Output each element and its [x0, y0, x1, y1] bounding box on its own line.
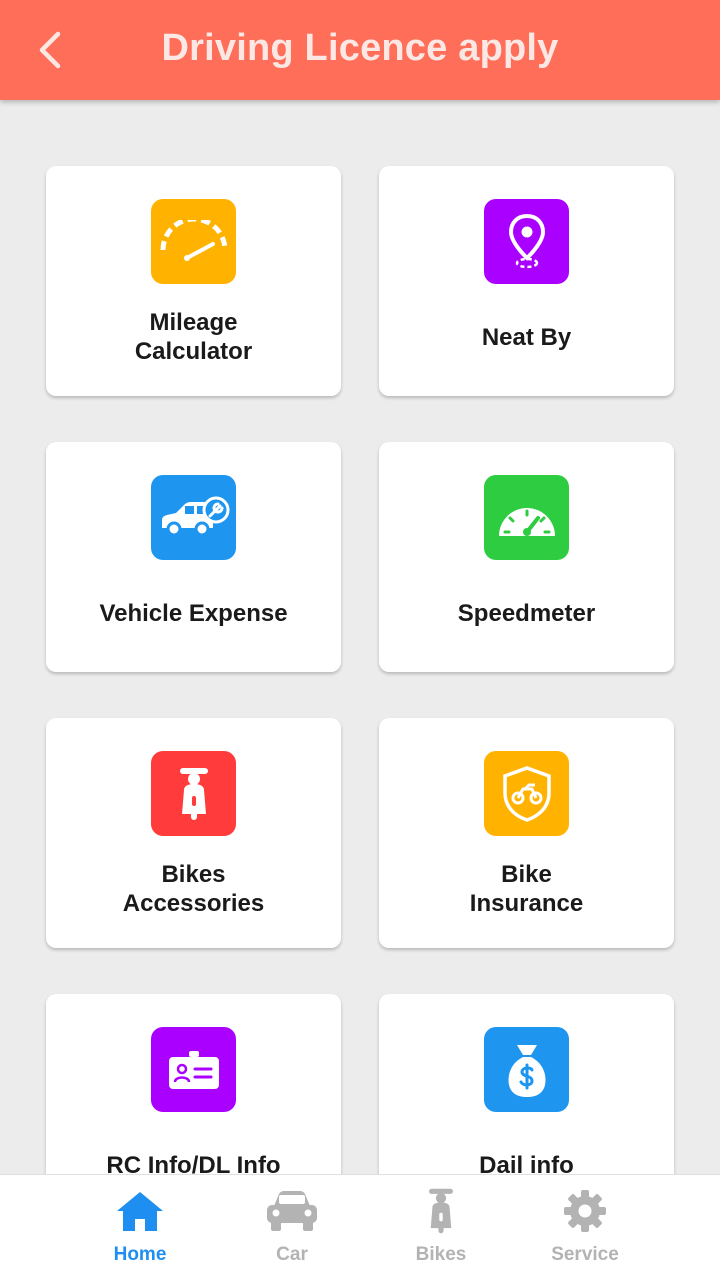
card-speedmeter[interactable]: Speedmeter	[379, 442, 674, 672]
scooter-icon	[429, 1188, 453, 1234]
bottom-navigation: Home Car Bikes Service	[0, 1174, 720, 1281]
card-label: Neat By	[481, 323, 572, 351]
app-bar: Driving Licence apply	[0, 0, 720, 100]
nav-item-home[interactable]: Home	[80, 1175, 200, 1281]
nav-item-service[interactable]: Service	[525, 1175, 645, 1281]
card-neat-by[interactable]: Neat By	[379, 166, 674, 396]
nav-label: Service	[551, 1244, 619, 1265]
card-label: Dail info	[479, 1151, 574, 1175]
gear-icon	[564, 1190, 606, 1232]
gauge-icon	[151, 199, 236, 284]
car-icon	[267, 1191, 317, 1231]
nav-label: Car	[276, 1244, 308, 1265]
nav-label: Bikes	[415, 1244, 467, 1265]
card-label: Bike Insurance	[469, 861, 584, 917]
bike-shield-icon	[484, 751, 569, 836]
scooter-icon	[151, 751, 236, 836]
card-bikes-accessories[interactable]: Bikes Accessories	[46, 718, 341, 948]
nav-item-bikes[interactable]: Bikes	[381, 1175, 501, 1281]
nav-label: Home	[113, 1244, 167, 1265]
speedometer-icon	[484, 475, 569, 560]
home-icon	[117, 1192, 163, 1231]
card-bike-insurance[interactable]: Bike Insurance	[379, 718, 674, 948]
card-label: Vehicle Expense	[99, 599, 288, 627]
location-pin-icon	[484, 199, 569, 284]
card-mileage-calculator[interactable]: Mileage Calculator	[46, 166, 341, 396]
card-label: RC Info/DL Info	[106, 1151, 281, 1175]
card-dail-info[interactable]: Dail info	[379, 994, 674, 1174]
card-label: Bikes Accessories	[122, 861, 265, 917]
car-service-icon	[151, 475, 236, 560]
feature-grid: Mileage Calculator Neat By Vehicle Expen…	[0, 100, 720, 1174]
nav-item-car[interactable]: Car	[232, 1175, 352, 1281]
page-title: Driving Licence apply	[161, 27, 559, 69]
id-card-icon	[151, 1027, 236, 1112]
card-rc-dl-info[interactable]: RC Info/DL Info	[46, 994, 341, 1174]
card-label: Speedmeter	[457, 599, 596, 627]
card-vehicle-expense[interactable]: Vehicle Expense	[46, 442, 341, 672]
money-bag-icon	[484, 1027, 569, 1112]
card-label: Mileage Calculator	[134, 309, 253, 365]
